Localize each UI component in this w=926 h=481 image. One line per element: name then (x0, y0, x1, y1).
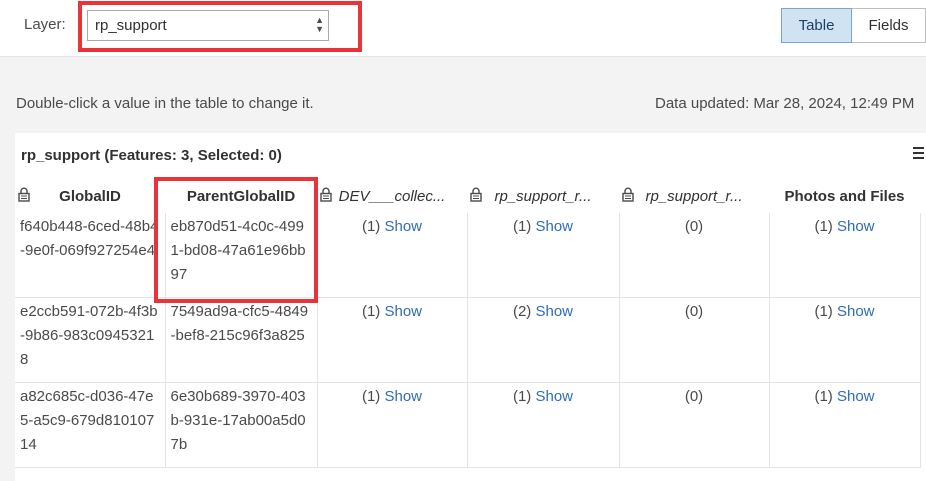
table-row[interactable]: a82c685c-d036-47e5-a5c9-679d81010714 6e3… (15, 382, 921, 468)
show-link[interactable]: Show (384, 218, 422, 235)
related-count: (1) (814, 388, 833, 405)
related-count: (1) (361, 388, 381, 405)
related-count: (1) (512, 388, 532, 405)
show-link[interactable]: Show (535, 388, 573, 405)
show-link[interactable]: Show (535, 218, 573, 235)
cell-rp-support-r2: (0) (618, 382, 770, 468)
view-toggle: Table Fields (781, 8, 926, 43)
column-header-rp-support-r1[interactable]: rp_support_r... (467, 179, 619, 213)
menu-icon[interactable] (913, 147, 924, 162)
column-header-label: rp_support_r... (645, 187, 743, 205)
data-updated-text: Data updated: Mar 28, 2024, 12:49 PM (655, 95, 915, 112)
column-header-rp-support-r2[interactable]: rp_support_r... (619, 179, 769, 213)
lock-icon (470, 187, 482, 202)
column-header-label: GlobalID (59, 187, 121, 205)
table-view-button[interactable]: Table (781, 8, 852, 43)
related-count: (2) (512, 303, 532, 320)
select-arrows-icon: ▲ ▼ (315, 15, 324, 34)
attribute-table-panel: rp_support (Features: 3, Selected: 0) Gl… (15, 133, 926, 481)
cell-photos-and-files: (1) Show (768, 297, 921, 383)
show-link[interactable]: Show (384, 303, 422, 320)
panel-title: rp_support (Features: 3, Selected: 0) (21, 147, 282, 164)
related-count: (1) (814, 218, 833, 235)
cell-dev-collection: (1) Show (316, 382, 468, 468)
related-count: (0) (684, 388, 704, 405)
edit-hint: Double-click a value in the table to cha… (16, 95, 314, 112)
column-header-label: DEV___collec... (338, 187, 446, 205)
layer-select[interactable]: rp_support ▲ ▼ (87, 10, 329, 41)
cell-globalid[interactable]: f640b448-6ced-48b4-9e0f-069f927254e4 (15, 213, 166, 298)
related-count: (0) (684, 218, 704, 235)
column-header-label: Photos and Files (784, 187, 905, 205)
column-header-dev-collection[interactable]: DEV___collec... (317, 179, 467, 213)
header-row: GlobalID ParentGlobalID DEV___collec... … (15, 179, 920, 213)
show-link[interactable]: Show (837, 388, 875, 405)
cell-dev-collection: (1) Show (316, 297, 468, 383)
cell-rp-support-r2: (0) (618, 213, 770, 298)
related-count: (1) (512, 218, 532, 235)
lock-icon (320, 187, 332, 202)
related-count: (1) (361, 303, 381, 320)
cell-parentglobalid[interactable]: 6e30b689-3970-403b-931e-17ab00a5d07b (164, 382, 318, 468)
cell-rp-support-r1: (2) Show (466, 297, 620, 383)
column-header-label: rp_support_r... (494, 187, 592, 205)
lock-icon (622, 187, 634, 202)
cell-rp-support-r1: (1) Show (466, 382, 620, 468)
cell-photos-and-files: (1) Show (768, 382, 921, 468)
top-toolbar: Layer: rp_support ▲ ▼ Table Fields (0, 0, 926, 57)
cell-parentglobalid[interactable]: 7549ad9a-cfc5-4849-bef8-215c96f3a825 (164, 297, 318, 383)
cell-globalid[interactable]: e2ccb591-072b-4f3b-9b86-983c09453218 (15, 297, 166, 383)
column-header-parentglobalid[interactable]: ParentGlobalID (165, 179, 317, 213)
layer-label: Layer: (24, 16, 66, 33)
table-row[interactable]: f640b448-6ced-48b4-9e0f-069f927254e4 eb8… (15, 213, 921, 298)
show-link[interactable]: Show (535, 303, 573, 320)
cell-rp-support-r2: (0) (618, 297, 770, 383)
cell-globalid[interactable]: a82c685c-d036-47e5-a5c9-679d81010714 (15, 382, 166, 468)
table-row[interactable]: e2ccb591-072b-4f3b-9b86-983c09453218 754… (15, 297, 921, 383)
related-count: (1) (361, 218, 381, 235)
show-link[interactable]: Show (837, 303, 875, 320)
fields-view-button[interactable]: Fields (852, 8, 926, 43)
cell-rp-support-r1: (1) Show (466, 213, 620, 298)
column-header-globalid[interactable]: GlobalID (15, 179, 165, 213)
cell-photos-and-files: (1) Show (768, 213, 921, 298)
show-link[interactable]: Show (384, 388, 422, 405)
cell-dev-collection: (1) Show (316, 213, 468, 298)
attribute-table: GlobalID ParentGlobalID DEV___collec... … (15, 179, 921, 468)
column-header-photos-and-files[interactable]: Photos and Files (769, 179, 920, 213)
layer-select-value: rp_support (95, 17, 167, 34)
column-header-label: ParentGlobalID (186, 187, 296, 205)
lock-icon (18, 187, 30, 202)
cell-parentglobalid[interactable]: eb870d51-4c0c-4991-bd08-47a61e96bb97 (164, 213, 318, 298)
related-count: (1) (814, 303, 833, 320)
related-count: (0) (684, 303, 704, 320)
show-link[interactable]: Show (837, 218, 875, 235)
